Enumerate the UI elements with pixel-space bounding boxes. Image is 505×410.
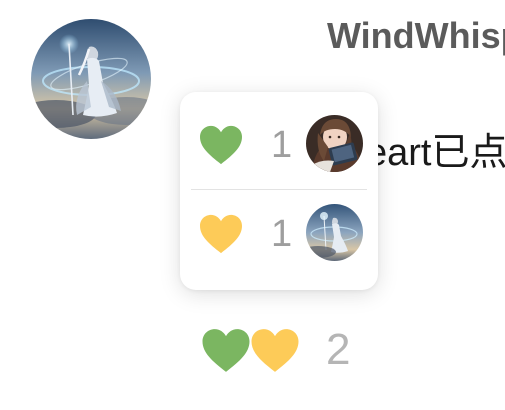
fantasy-sorceress-avatar[interactable] <box>306 204 363 261</box>
reaction-count: 1 <box>271 124 293 166</box>
sorceress-avatar-image <box>31 19 151 139</box>
message-view: WindWhisp eart已点 1 1 2 <box>0 0 505 410</box>
author-avatar[interactable] <box>31 19 151 139</box>
green-heart-icon <box>198 124 244 166</box>
green-heart-icon <box>200 327 252 374</box>
reaction-row-yellow-heart[interactable]: 1 <box>180 189 378 279</box>
reaction-details-popover: 1 1 <box>180 92 378 290</box>
author-username[interactable]: WindWhisp <box>327 14 505 58</box>
yellow-heart-icon <box>249 327 301 374</box>
anime-girl-reading-avatar[interactable] <box>306 115 363 172</box>
reaction-summary-bar[interactable]: 2 <box>200 322 370 378</box>
reaction-count: 1 <box>271 213 293 255</box>
yellow-heart-icon <box>198 213 244 255</box>
message-text: eart已点 <box>366 132 505 174</box>
reaction-row-green-heart[interactable]: 1 <box>180 100 378 190</box>
reaction-total-count: 2 <box>326 325 351 374</box>
